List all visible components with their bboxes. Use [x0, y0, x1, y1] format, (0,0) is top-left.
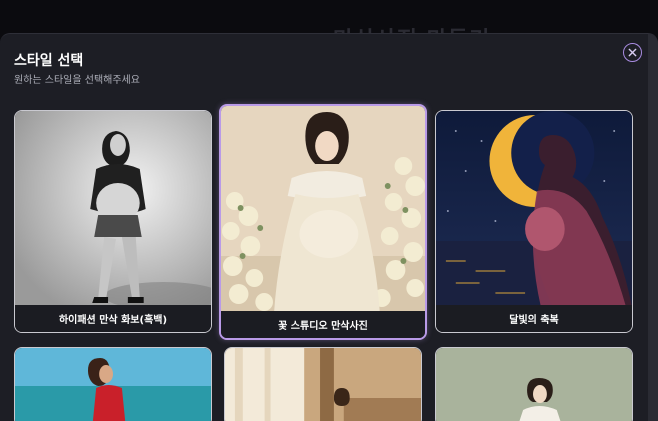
style-thumbnail — [221, 106, 425, 314]
style-card-indoor[interactable] — [224, 347, 422, 421]
style-select-modal: 스타일 선택 원하는 스타일을 선택해주세요 하이패션 만삭 화보(흑백) 꽃 … — [0, 33, 658, 421]
style-card-label: 하이패션 만삭 화보(흑백) — [15, 305, 211, 332]
scrollbar-track[interactable] — [648, 34, 658, 421]
style-thumbnail — [436, 348, 632, 421]
modal-subtitle: 원하는 스타일을 선택해주세요 — [14, 75, 140, 86]
style-thumbnail — [15, 111, 211, 307]
style-card-beach[interactable] — [14, 347, 212, 421]
style-card-high-fashion[interactable]: 하이패션 만삭 화보(흑백) — [14, 110, 212, 333]
close-icon — [628, 48, 637, 57]
close-button[interactable] — [623, 43, 642, 62]
modal-title: 스타일 선택 — [14, 53, 84, 69]
style-card-flower-studio[interactable]: 꽃 스튜디오 만삭사진 — [219, 104, 427, 340]
style-card-moonlight[interactable]: 달빛의 축복 — [435, 110, 633, 333]
style-card-label: 달빛의 축복 — [436, 305, 632, 332]
style-card-traditional[interactable] — [435, 347, 633, 421]
style-thumbnail — [436, 111, 632, 307]
style-thumbnail — [225, 348, 421, 421]
style-thumbnail — [15, 348, 211, 421]
style-card-label: 꽃 스튜디오 만삭사진 — [221, 311, 425, 338]
